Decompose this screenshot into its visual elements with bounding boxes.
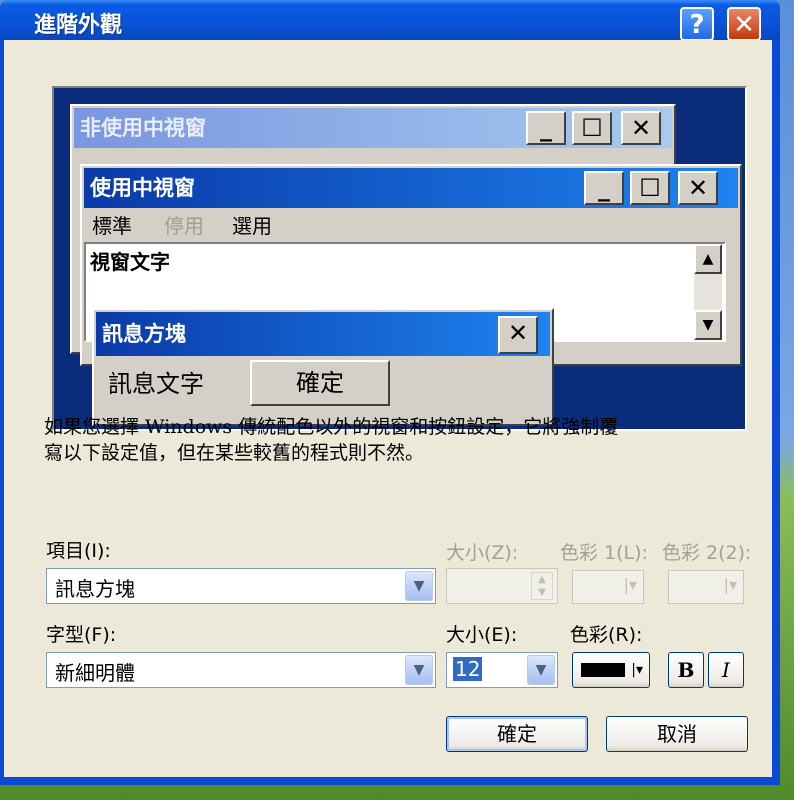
preview-msgbox-ok: 確定 [250, 360, 390, 406]
help-icon[interactable]: ? [680, 7, 714, 41]
preview-window-text: 視窗文字 [90, 250, 170, 274]
preview-scrollbar: ▲ ▼ [694, 244, 722, 340]
bold-button[interactable]: B [668, 652, 704, 688]
close-icon: ✕ [678, 171, 718, 205]
item-label: 項目(I): [46, 540, 111, 562]
dialog-title: 進階外觀 [34, 13, 123, 38]
preview-message-box: 訊息方塊 ✕ 訊息文字 確定 [92, 308, 554, 426]
color2-picker[interactable]: |▾ [668, 570, 744, 604]
font-label: 字型(F): [46, 624, 117, 646]
font-size-select[interactable]: 12 ▼ [446, 652, 558, 688]
menu-normal: 標準 [92, 214, 132, 238]
title-bar[interactable]: 進階外觀 ? ✕ [0, 0, 780, 41]
scroll-down-icon: ▼ [694, 310, 722, 340]
scroll-up-icon: ▲ [694, 244, 722, 274]
close-icon: ✕ [621, 111, 661, 145]
item-size-spinner[interactable]: ▲ ▼ [446, 568, 558, 604]
chevron-down-icon[interactable]: ▼ [527, 655, 555, 685]
close-icon: ✕ [498, 316, 538, 354]
font-color-label: 色彩(R): [570, 624, 643, 646]
menu-selected: 選用 [232, 214, 272, 238]
item-size-label: 大小(Z): [446, 542, 519, 564]
font-size-value: 12 [453, 657, 483, 681]
font-select-value: 新細明體 [55, 661, 135, 685]
chevron-down-icon[interactable]: ▼ [405, 655, 433, 685]
close-icon[interactable]: ✕ [727, 7, 761, 41]
cancel-button[interactable]: 取消 [606, 716, 748, 752]
font-color-picker[interactable]: |▾ [572, 652, 650, 688]
item-select[interactable]: 訊息方塊 ▼ [46, 568, 436, 604]
spinner-arrows-icon[interactable]: ▲ ▼ [531, 572, 553, 600]
minimize-icon: _ [584, 171, 624, 205]
color1-label: 色彩 1(L): [560, 542, 648, 564]
description-line-2: 寫以下設定值，但在某些較舊的程式則不然。 [44, 442, 425, 464]
preview-msgbox-title: 訊息方塊 [96, 312, 550, 356]
dialog-body: 非使用中視窗 _ ☐ ✕ 使用中視窗 _ ☐ ✕ 標準 停用 選用 視窗文字 ▲… [4, 40, 772, 777]
font-select[interactable]: 新細明體 ▼ [46, 652, 436, 688]
menu-disabled: 停用 [164, 214, 204, 238]
chevron-down-icon[interactable]: |▾ [631, 653, 643, 687]
preview-msgbox-text: 訊息文字 [108, 370, 204, 398]
chevron-down-icon[interactable]: |▾ [724, 575, 737, 594]
description-line-1: 如果您選擇 Windows 傳統配色以外的視窗和按鈕設定，它將強制覆 [44, 416, 619, 438]
preview-menubar: 標準 停用 選用 [82, 210, 740, 240]
font-size-label: 大小(E): [446, 624, 518, 646]
appearance-preview[interactable]: 非使用中視窗 _ ☐ ✕ 使用中視窗 _ ☐ ✕ 標準 停用 選用 視窗文字 ▲… [52, 86, 747, 431]
description-text: 如果您選擇 Windows 傳統配色以外的視窗和按鈕設定，它將強制覆 寫以下設定… [44, 414, 764, 466]
maximize-icon: ☐ [572, 111, 612, 145]
minimize-icon: _ [526, 111, 566, 145]
chevron-down-icon[interactable]: |▾ [624, 575, 637, 594]
font-color-swatch [581, 663, 625, 677]
italic-button[interactable]: I [708, 652, 744, 688]
maximize-icon: ☐ [630, 171, 670, 205]
color2-label: 色彩 2(2): [662, 542, 752, 564]
chevron-down-icon[interactable]: ▼ [405, 571, 433, 601]
color1-picker[interactable]: |▾ [572, 570, 644, 604]
ok-button[interactable]: 確定 [446, 716, 588, 752]
item-select-value: 訊息方塊 [55, 577, 135, 601]
dialog-window: 進階外觀 ? ✕ 非使用中視窗 _ ☐ ✕ 使用中視窗 _ ☐ ✕ 標準 停用 [0, 0, 780, 785]
